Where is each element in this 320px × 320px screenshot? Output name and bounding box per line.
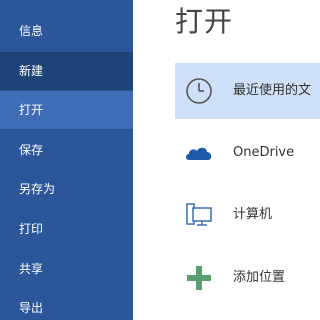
computer-icon	[186, 203, 212, 226]
location-label: 添加位置	[233, 270, 286, 285]
location-computer[interactable]: 计算机	[175, 187, 320, 243]
location-label: OneDrive	[233, 145, 295, 160]
sidebar-item-print[interactable]: 打印	[0, 210, 133, 248]
location-onedrive[interactable]: OneDrive	[175, 125, 320, 181]
clock-icon	[186, 78, 212, 104]
sidebar-item-save[interactable]: 保存	[0, 131, 133, 169]
main-panel: 打开 最近使用的文 OneDrive 计算机 添加位置	[133, 0, 320, 320]
page-title: 打开	[175, 5, 234, 38]
sidebar-item-info[interactable]: 信息	[0, 12, 133, 50]
sidebar-item-save-as[interactable]: 另存为	[0, 170, 133, 208]
sidebar-item-new[interactable]: 新建	[0, 52, 133, 90]
location-label: 计算机	[233, 207, 273, 222]
location-recent[interactable]: 最近使用的文	[175, 63, 320, 119]
onedrive-cloud-icon	[186, 147, 212, 160]
backstage-view: 信息 新建 打开 保存 另存为 打印 共享 导出 打开 最近使用的文 OneDr…	[0, 0, 320, 320]
location-add-place[interactable]: 添加位置	[175, 250, 320, 306]
plus-icon	[187, 266, 211, 290]
location-label: 最近使用的文	[233, 83, 312, 98]
sidebar-item-export[interactable]: 导出	[0, 289, 133, 320]
backstage-sidebar: 信息 新建 打开 保存 另存为 打印 共享 导出	[0, 0, 133, 320]
sidebar-item-share[interactable]: 共享	[0, 250, 133, 288]
sidebar-item-open[interactable]: 打开	[0, 91, 133, 129]
